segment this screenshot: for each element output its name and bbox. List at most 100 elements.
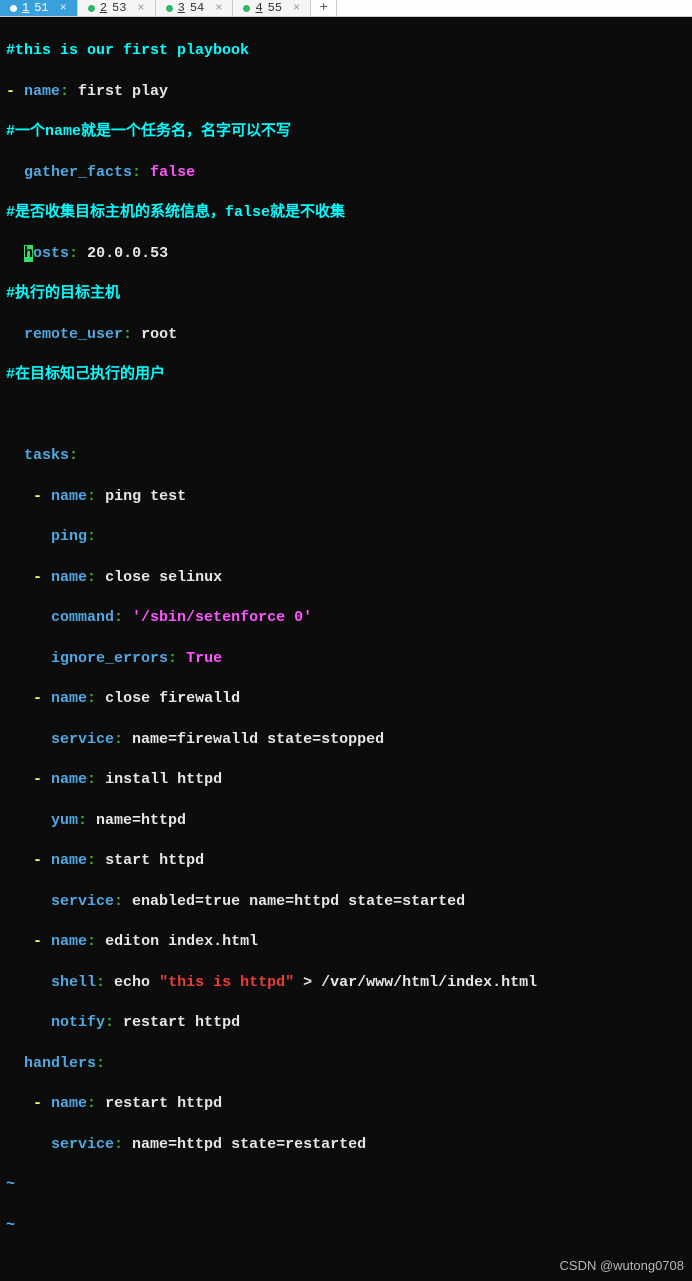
yaml-dash: - <box>6 83 24 100</box>
tab-bar: 1 51 × 2 53 × 3 54 × 4 55 × + <box>0 0 692 17</box>
watermark: CSDN @wutong0708 <box>560 1257 684 1275</box>
value: first play <box>69 83 168 100</box>
colon: : <box>87 933 96 950</box>
key-name: name <box>24 83 60 100</box>
value: name=firewalld state=stopped <box>123 731 384 748</box>
comment: #在目标知己执行的用户 <box>6 366 165 383</box>
close-icon[interactable]: × <box>215 1 222 15</box>
tab-3[interactable]: 3 54 × <box>156 0 234 16</box>
tab-label: 54 <box>190 1 204 15</box>
colon: : <box>69 245 78 262</box>
colon: : <box>87 528 96 545</box>
colon: : <box>123 326 132 343</box>
colon: : <box>87 771 96 788</box>
colon: : <box>78 812 87 829</box>
colon: : <box>69 447 78 464</box>
value: close firewalld <box>96 690 240 707</box>
tab-label: 51 <box>34 1 48 15</box>
value: close selinux <box>96 569 222 586</box>
key-ping: ping <box>51 528 87 545</box>
key-name: name <box>51 771 87 788</box>
close-icon[interactable]: × <box>293 1 300 15</box>
key-command: command <box>51 609 114 626</box>
value: ping test <box>96 488 186 505</box>
key-service: service <box>51 1136 114 1153</box>
value: name=httpd <box>87 812 186 829</box>
tab-1[interactable]: 1 51 × <box>0 0 78 16</box>
vim-tilde: ~ <box>6 1176 15 1193</box>
value-true: True <box>177 650 222 667</box>
close-icon[interactable]: × <box>137 1 144 15</box>
yaml-dash: - <box>33 1095 51 1112</box>
colon: : <box>114 893 123 910</box>
modified-dot-icon <box>243 5 250 12</box>
modified-dot-icon <box>10 5 17 12</box>
key-name: name <box>51 852 87 869</box>
key-ignore-errors: ignore_errors <box>51 650 168 667</box>
colon: : <box>132 164 141 181</box>
close-icon[interactable]: × <box>60 1 67 15</box>
key-yum: yum <box>51 812 78 829</box>
value: install httpd <box>96 771 222 788</box>
key-tasks: tasks <box>24 447 69 464</box>
key-name: name <box>51 933 87 950</box>
new-tab-button[interactable]: + <box>311 0 337 16</box>
colon: : <box>60 83 69 100</box>
tab-num: 3 <box>178 1 185 15</box>
value: restart httpd <box>114 1014 240 1031</box>
colon: : <box>105 1014 114 1031</box>
value: 20.0.0.53 <box>78 245 168 262</box>
tab-label: 55 <box>268 1 282 15</box>
tab-num: 1 <box>22 1 29 15</box>
cursor: h <box>24 245 33 262</box>
string-literal: "this is httpd" <box>159 974 294 991</box>
key-handlers: handlers <box>24 1055 96 1072</box>
modified-dot-icon <box>88 5 95 12</box>
key-hosts: osts <box>33 245 69 262</box>
yaml-dash: - <box>33 933 51 950</box>
value-false: false <box>141 164 195 181</box>
colon: : <box>168 650 177 667</box>
tab-label: 53 <box>112 1 126 15</box>
value-command: '/sbin/setenforce 0' <box>123 609 312 626</box>
comment: #一个name就是一个任务名，名字可以不写 <box>6 123 291 140</box>
key-gather-facts: gather_facts <box>24 164 132 181</box>
key-name: name <box>51 690 87 707</box>
comment: #执行的目标主机 <box>6 285 120 302</box>
value: restart httpd <box>96 1095 222 1112</box>
value: root <box>132 326 177 343</box>
colon: : <box>114 731 123 748</box>
tab-num: 4 <box>255 1 262 15</box>
yaml-dash: - <box>33 771 51 788</box>
vim-tilde: ~ <box>6 1217 15 1234</box>
colon: : <box>87 1095 96 1112</box>
tab-num: 2 <box>100 1 107 15</box>
key-shell: shell <box>51 974 96 991</box>
yaml-dash: - <box>33 569 51 586</box>
key-notify: notify <box>51 1014 105 1031</box>
key-service: service <box>51 731 114 748</box>
yaml-dash: - <box>33 690 51 707</box>
colon: : <box>114 1136 123 1153</box>
colon: : <box>87 690 96 707</box>
colon: : <box>87 488 96 505</box>
colon: : <box>96 974 105 991</box>
colon: : <box>87 852 96 869</box>
key-remote-user: remote_user <box>24 326 123 343</box>
code-editor[interactable]: #this is our first playbook - name: firs… <box>0 17 692 1281</box>
value: enabled=true name=httpd state=started <box>123 893 465 910</box>
value: name=httpd state=restarted <box>123 1136 366 1153</box>
colon: : <box>114 609 123 626</box>
tab-4[interactable]: 4 55 × <box>233 0 311 16</box>
key-name: name <box>51 1095 87 1112</box>
comment: #是否收集目标主机的系统信息，false就是不收集 <box>6 204 345 221</box>
tab-2[interactable]: 2 53 × <box>78 0 156 16</box>
key-name: name <box>51 569 87 586</box>
value: editon index.html <box>96 933 258 950</box>
yaml-dash: - <box>33 488 51 505</box>
value: > /var/www/html/index.html <box>294 974 537 991</box>
key-name: name <box>51 488 87 505</box>
colon: : <box>87 569 96 586</box>
modified-dot-icon <box>166 5 173 12</box>
value: start httpd <box>96 852 204 869</box>
